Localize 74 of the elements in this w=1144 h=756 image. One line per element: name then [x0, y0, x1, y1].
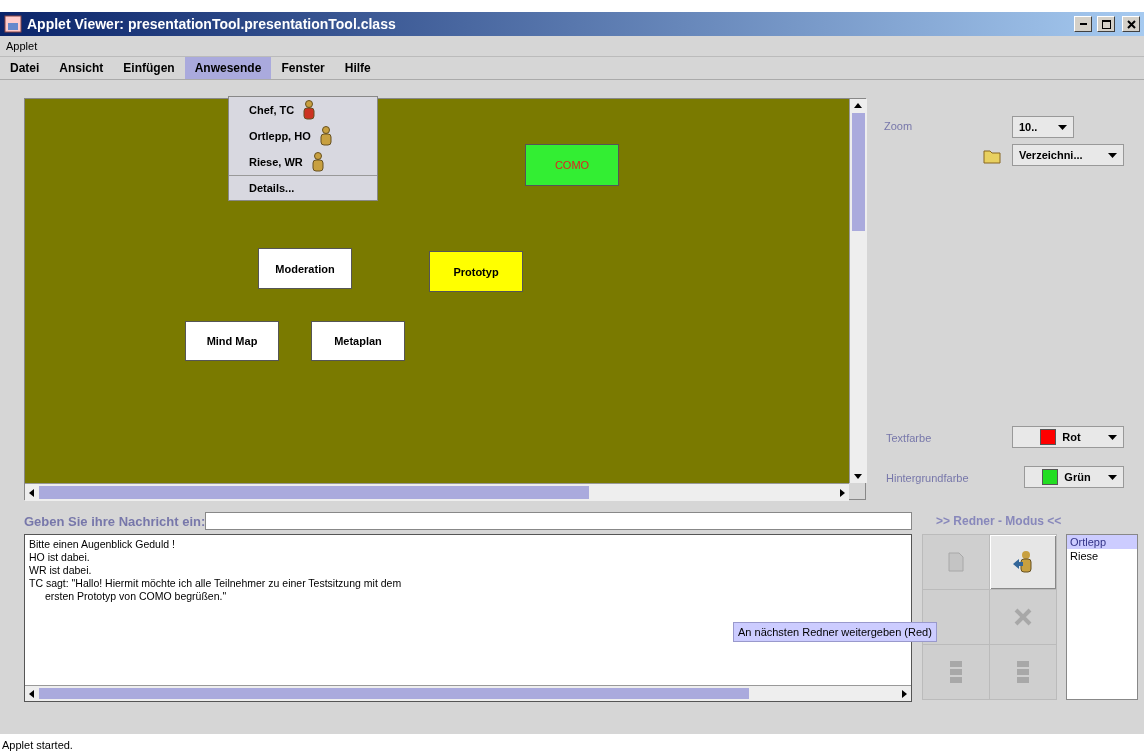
menu-item[interactable]: Anwesende — [184, 57, 272, 79]
menu-item[interactable]: Fenster — [271, 57, 335, 79]
chat-message: TC sagt: "Hallo! Hiermit möchte ich alle Teilnehmer zu einer Testsitzung mit dem ersten Prototyp von COMO begrüßen." — [29, 577, 403, 603]
list-item[interactable]: Ortlepp — [1067, 535, 1137, 549]
person-arrow-icon — [1011, 550, 1035, 574]
card-label: Prototyp — [453, 265, 499, 278]
document-icon — [948, 552, 964, 572]
vertical-scrollbar[interactable] — [849, 99, 867, 483]
message-input[interactable] — [205, 512, 912, 530]
horizontal-scrollbar[interactable] — [25, 483, 849, 501]
card-label: Moderation — [275, 262, 335, 275]
color-label: Hintergrundfarbe — [886, 472, 969, 484]
menu-item[interactable]: Ortlepp, HO — [229, 123, 377, 149]
close-button[interactable] — [1122, 16, 1140, 32]
caret-icon — [1058, 124, 1067, 130]
caret-icon — [1108, 474, 1117, 480]
scrollbar-thumb[interactable] — [852, 113, 865, 231]
directory-dropdown[interactable]: Verzeichni... — [1012, 144, 1124, 166]
menu-item[interactable]: Datei — [0, 57, 50, 79]
close-icon — [1126, 19, 1136, 29]
card-label: COMO — [554, 159, 590, 171]
menu-item[interactable]: Riese, WR — [229, 149, 377, 175]
chat-message: WR ist dabei. — [29, 564, 93, 577]
stack-icon — [1017, 661, 1029, 683]
person-icon — [310, 152, 325, 172]
note-card[interactable]: Mind Map — [185, 321, 279, 361]
message-prompt: Geben Sie ihre Nachricht ein: — [24, 513, 206, 529]
window-title: Applet Viewer: presentationTool.presentationTool.class — [27, 16, 397, 32]
right-arrow-icon[interactable] — [902, 690, 908, 698]
note-card[interactable]: Moderation — [258, 248, 352, 289]
left-arrow-icon[interactable] — [28, 489, 34, 497]
list-item[interactable]: Riese — [1067, 549, 1137, 563]
caret-icon — [1108, 152, 1117, 158]
note-card[interactable]: Prototyp — [429, 251, 523, 292]
caret-icon — [1108, 434, 1117, 440]
card-label: Metaplan — [334, 335, 382, 347]
status-text: Applet started. — [2, 739, 73, 751]
right-arrow-icon[interactable] — [840, 489, 846, 497]
menu-item[interactable]: Einfügen — [113, 57, 185, 79]
tooltip: An nächsten Redner weitergeben (Red) — [733, 622, 937, 642]
stack-icon — [950, 661, 962, 683]
note-card[interactable]: Metaplan — [311, 321, 405, 361]
person-icon — [302, 100, 317, 120]
speaker-mode-title: >> Redner - Modus << — [936, 514, 1062, 528]
person-icon — [318, 126, 333, 146]
folder-icon[interactable] — [983, 148, 1001, 164]
minimize-icon — [1079, 23, 1087, 25]
app-icon — [4, 15, 22, 33]
color-dropdown[interactable]: Rot — [1012, 426, 1124, 448]
menu-item[interactable]: Chef, TC — [229, 97, 377, 123]
zoom-dropdown[interactable]: 10.. — [1012, 116, 1074, 138]
color-label: Textfarbe — [886, 432, 932, 444]
up-arrow-icon[interactable] — [854, 102, 862, 108]
horizontal-scrollbar[interactable] — [25, 685, 911, 701]
down-arrow-icon[interactable] — [854, 474, 862, 480]
chat-message: Bitte einen Augenblick Geduld ! — [29, 538, 176, 551]
minimize-button[interactable] — [1074, 16, 1092, 32]
zoom-label: Zoom — [884, 120, 913, 132]
x-icon — [1013, 607, 1033, 627]
menu-item[interactable]: Details... — [229, 176, 377, 200]
menu-item[interactable]: Ansicht — [49, 57, 114, 79]
color-name: Grün — [1064, 471, 1091, 483]
toolbar-button[interactable] — [990, 535, 1056, 589]
scrollbar-thumb[interactable] — [39, 688, 749, 699]
menu-item[interactable]: Applet — [6, 40, 38, 52]
color-name: Rot — [1062, 431, 1081, 443]
card-label: Mind Map — [206, 335, 258, 347]
maximize-button[interactable] — [1097, 16, 1115, 32]
chat-message: HO ist dabei. — [29, 551, 91, 564]
menu-item[interactable]: Hilfe — [334, 57, 381, 79]
color-dropdown[interactable]: Grün — [1024, 466, 1124, 488]
left-arrow-icon[interactable] — [28, 690, 34, 698]
scrollbar-thumb[interactable] — [39, 486, 589, 499]
maximize-icon — [1101, 19, 1111, 29]
